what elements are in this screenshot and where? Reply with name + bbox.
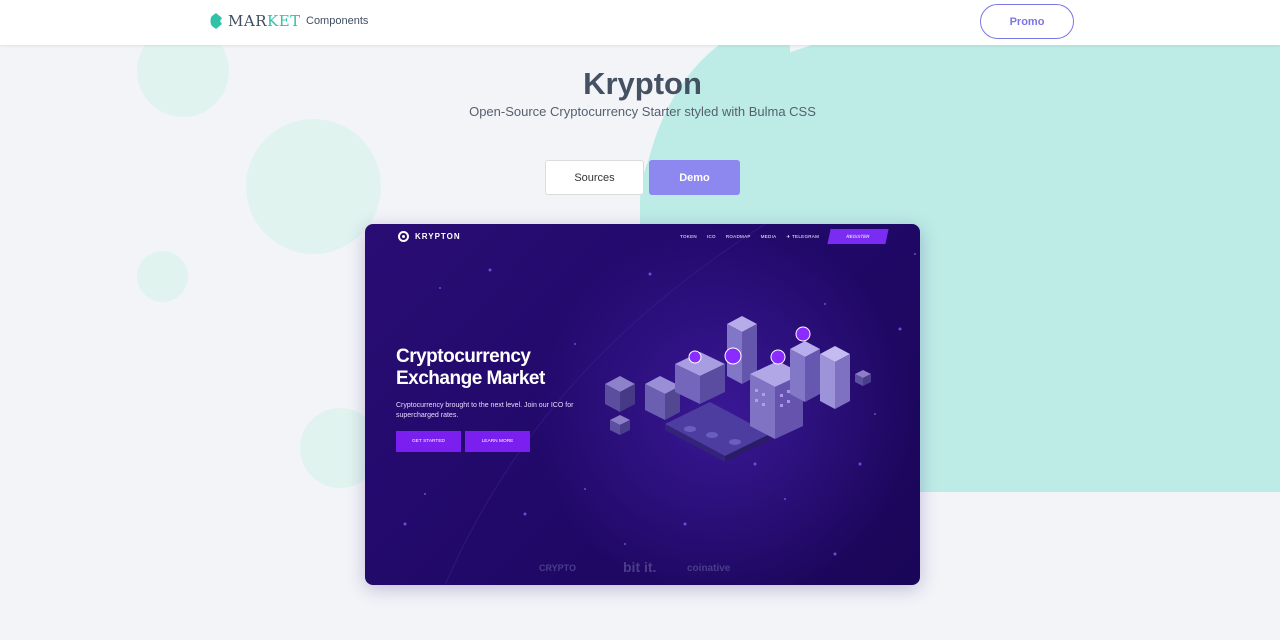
- nav-components-link[interactable]: Components: [306, 15, 368, 27]
- decor-circle: [246, 119, 381, 254]
- partner-logo: coinative: [687, 563, 731, 574]
- page-subtitle: Open-Source Cryptocurrency Starter style…: [469, 104, 816, 119]
- preview-menu-item: ICO: [706, 234, 716, 239]
- leaf-logo-icon: [210, 13, 222, 29]
- preview-description: Cryptocurrency brought to the next level…: [396, 402, 574, 419]
- decor-circle: [137, 251, 188, 302]
- preview-menu-item: TOKEN: [680, 234, 697, 239]
- demo-button[interactable]: Demo: [649, 160, 740, 195]
- preview-menu-item: MEDIA: [760, 234, 777, 239]
- krypton-logo-icon: [398, 231, 409, 242]
- promo-button[interactable]: Promo: [980, 4, 1074, 39]
- preview-register-button: REGISTER: [827, 229, 889, 244]
- logo-text: MARKET: [228, 12, 301, 30]
- preview-menu-item: ROADMAP: [725, 234, 751, 239]
- preview-brand: KRYPTON: [398, 231, 461, 242]
- template-preview-image[interactable]: KRYPTON TOKEN ICO ROADMAP MEDIA ✈ TELEGR…: [365, 224, 920, 585]
- sources-button[interactable]: Sources: [545, 160, 644, 195]
- partner-logo: CRYPTO: [539, 563, 577, 573]
- preview-menu-item-telegram: ✈ TELEGRAM: [786, 234, 820, 239]
- preview-menu: TOKEN ICO ROADMAP MEDIA ✈ TELEGRAM: [680, 234, 819, 240]
- market-logo[interactable]: MARKET: [210, 12, 301, 30]
- page-title: Krypton: [583, 66, 702, 101]
- preview-get-started-button: GET STARTED: [396, 431, 461, 452]
- top-navbar: MARKET Components Promo: [0, 0, 1280, 45]
- preview-learn-more-button: LEARN MORE: [465, 431, 530, 452]
- preview-headline: Cryptocurrency Exchange Market: [396, 346, 545, 389]
- partner-logo: bit it.: [623, 559, 657, 575]
